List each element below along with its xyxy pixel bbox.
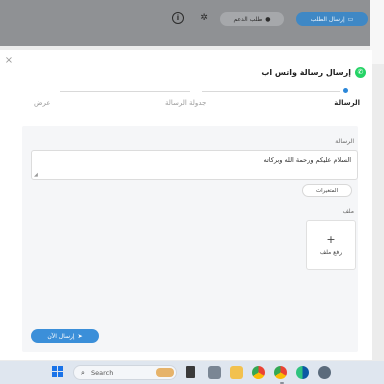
header-secondary-label: طلب الدعم	[233, 15, 263, 23]
gear-icon[interactable]: ✲	[198, 12, 210, 24]
send-now-label: إرسال الآن	[47, 332, 75, 340]
message-form-panel: الرسالة السلام عليكم ورحمة الله وبركاته …	[22, 126, 358, 352]
upload-file-button[interactable]: + رفع ملف	[306, 220, 356, 270]
background-panel-edge	[370, 0, 384, 64]
file-label: ملف	[342, 208, 354, 215]
app-header: إرسال الطلب ▭ طلب الدعم ● ✲ i	[0, 0, 384, 46]
search-placeholder: Search	[91, 369, 114, 377]
whatsapp-icon: ✆	[355, 67, 366, 78]
step-message[interactable]: الرسالة	[334, 99, 360, 107]
support-icon: ●	[265, 15, 271, 23]
modal-header: ✆ إرسال رسالة واتس اب	[261, 67, 366, 78]
send-now-button[interactable]: إرسال الآن ➤	[31, 329, 99, 343]
message-label: الرسالة	[335, 138, 354, 145]
chrome-profile-icon[interactable]	[274, 366, 287, 379]
search-icon: ⌕	[81, 369, 85, 377]
send-icon: ➤	[77, 332, 83, 340]
settings-icon[interactable]	[318, 366, 331, 379]
edge-icon[interactable]	[296, 366, 309, 379]
whatsapp-modal: × ✆ إرسال رسالة واتس اب الرسالة جدولة ال…	[0, 50, 372, 360]
chrome-icon[interactable]	[252, 366, 265, 379]
stepper-line	[202, 91, 340, 92]
header-primary-label: إرسال الطلب	[310, 15, 345, 23]
message-textarea[interactable]: السلام عليكم ورحمة الله وبركاته ◢	[31, 150, 358, 180]
camera-icon[interactable]	[208, 366, 221, 379]
plus-icon: +	[326, 232, 336, 246]
modal-title: إرسال رسالة واتس اب	[261, 68, 351, 77]
step-schedule[interactable]: جدولة الرسالة	[165, 99, 206, 107]
header-secondary-button[interactable]: طلب الدعم ●	[220, 12, 284, 26]
widgets-icon[interactable]	[186, 366, 195, 378]
resize-handle-icon[interactable]: ◢	[34, 172, 38, 178]
info-icon[interactable]: i	[172, 12, 184, 24]
folder-icon[interactable]	[230, 366, 243, 379]
active-step-dot	[343, 88, 348, 93]
variables-button[interactable]: المتغيرات	[302, 184, 352, 197]
step-preview[interactable]: عرض	[34, 99, 51, 107]
document-icon: ▭	[347, 15, 354, 23]
taskbar: ⌕ Search	[0, 361, 384, 384]
header-primary-button[interactable]: إرسال الطلب ▭	[296, 12, 368, 26]
windows-start-icon[interactable]	[52, 366, 64, 378]
stepper-line	[60, 91, 190, 92]
close-icon[interactable]: ×	[4, 56, 14, 66]
search-highlight-icon	[156, 368, 174, 377]
message-value: السلام عليكم ورحمة الله وبركاته	[263, 156, 351, 164]
upload-label: رفع ملف	[319, 248, 343, 256]
taskbar-search[interactable]: ⌕ Search	[73, 365, 177, 380]
